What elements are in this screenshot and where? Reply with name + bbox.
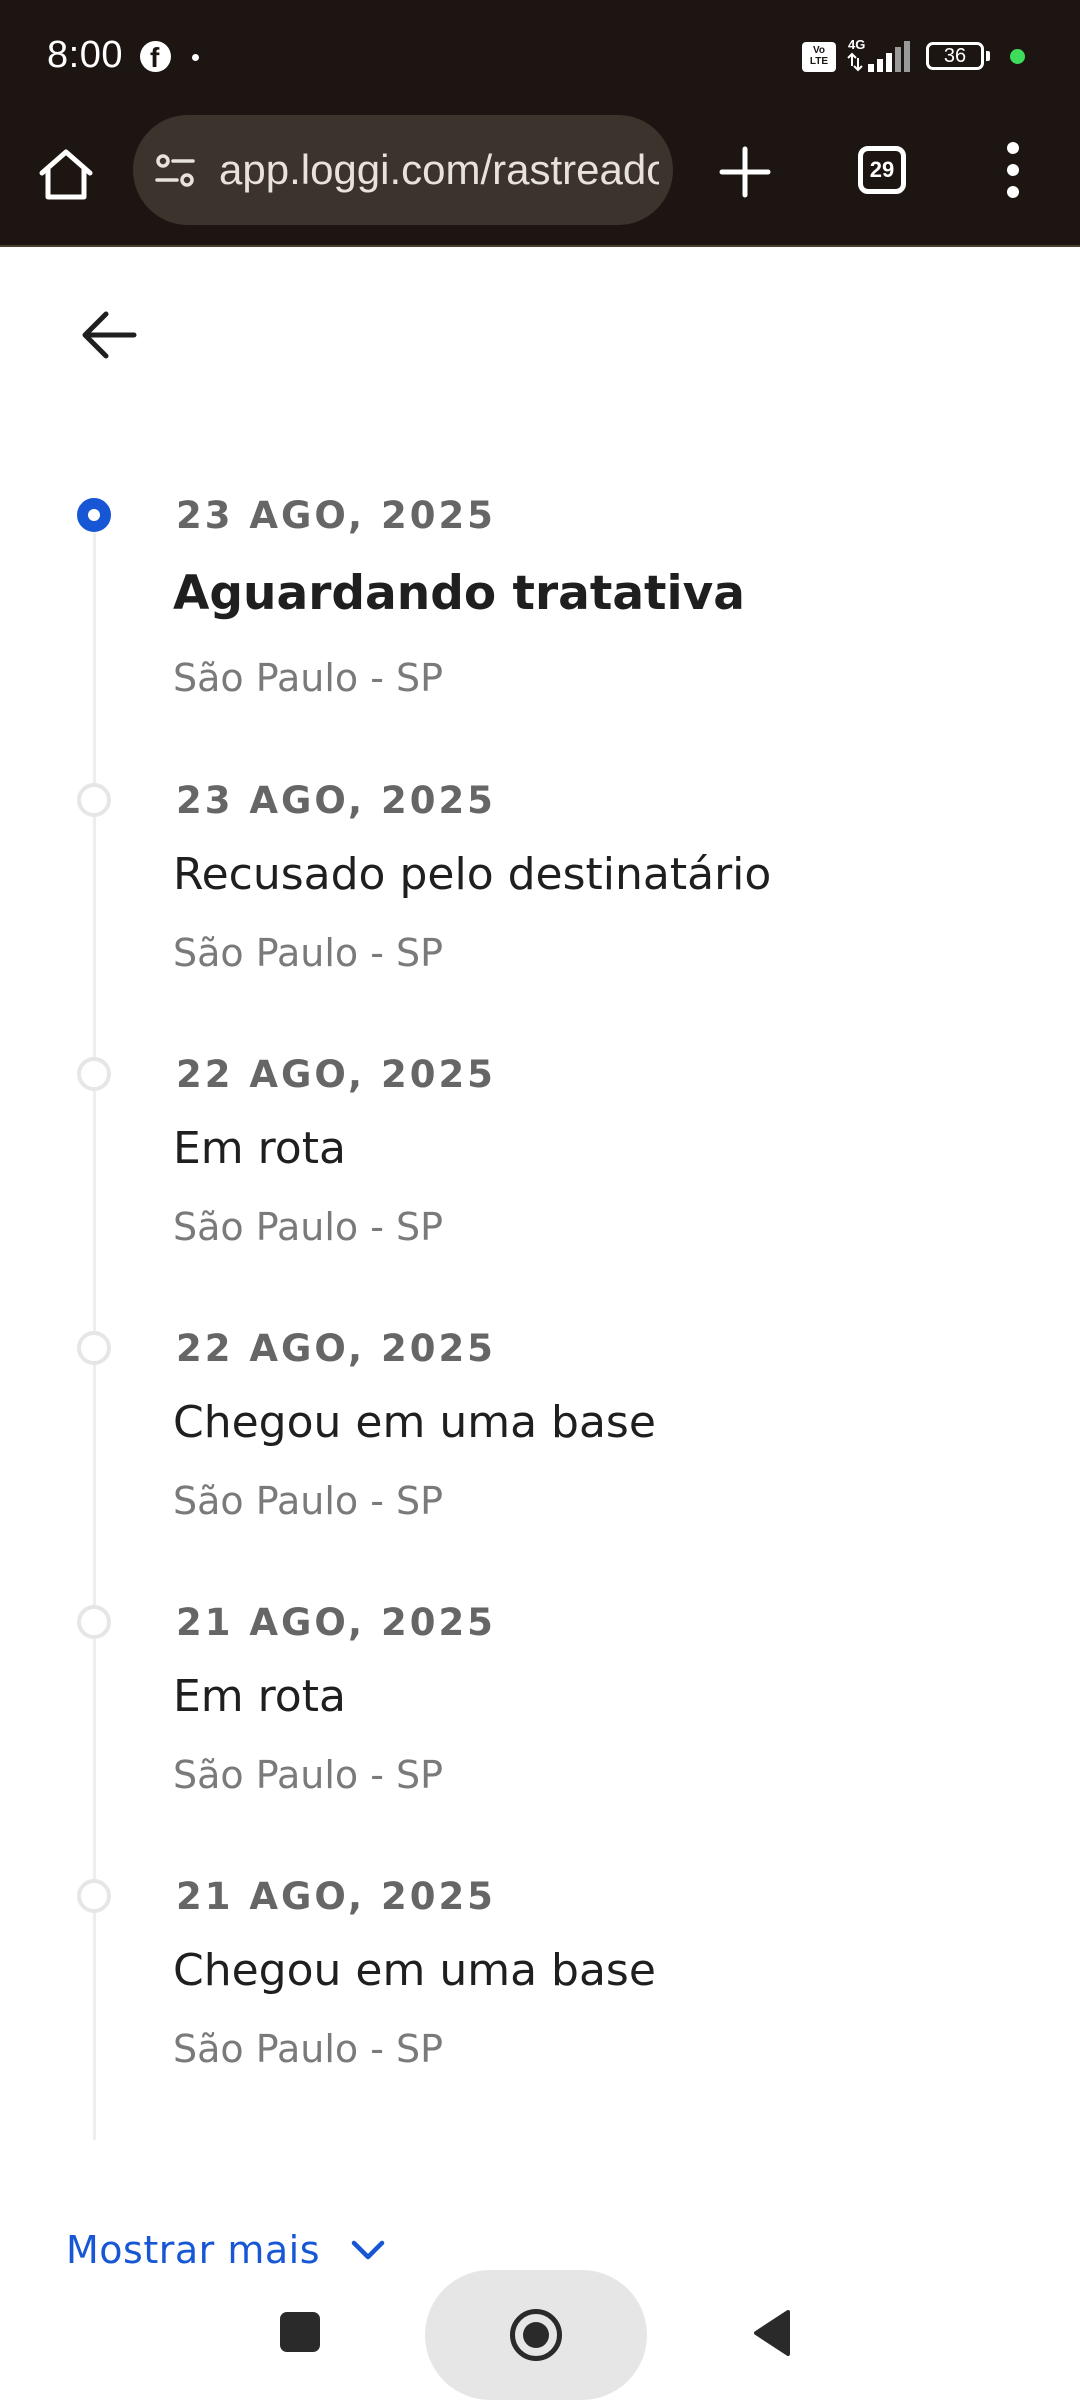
signal-icon: 4G bbox=[847, 37, 910, 72]
event-title: Aguardando tratativa bbox=[173, 566, 745, 621]
timeline-dot-icon bbox=[77, 1605, 111, 1639]
address-bar[interactable]: app.loggi.com/rastreador bbox=[133, 115, 673, 225]
event-location: São Paulo - SP bbox=[173, 656, 444, 700]
show-more-label: Mostrar mais bbox=[66, 2228, 321, 2272]
url-text: app.loggi.com/rastreador bbox=[219, 146, 659, 193]
event-title: Chegou em uma base bbox=[173, 1397, 656, 1448]
home-nav-button[interactable] bbox=[425, 2270, 647, 2400]
privacy-indicator-icon bbox=[1010, 49, 1025, 64]
event-date: 21 AGO, 2025 bbox=[176, 1875, 496, 1918]
battery-icon: 36 bbox=[926, 42, 996, 72]
timeline-dot-icon bbox=[77, 1057, 111, 1091]
timeline-event: 23 AGO, 2025 Recusado pelo destinatário … bbox=[0, 775, 1080, 1025]
event-title: Recusado pelo destinatário bbox=[173, 849, 772, 900]
new-tab-plus-icon[interactable] bbox=[710, 137, 780, 207]
event-date: 22 AGO, 2025 bbox=[176, 1327, 496, 1370]
event-date: 23 AGO, 2025 bbox=[176, 494, 496, 537]
notification-dot-icon bbox=[192, 54, 199, 61]
system-navigation-bar bbox=[0, 2268, 1080, 2400]
event-date: 22 AGO, 2025 bbox=[176, 1053, 496, 1096]
volte-icon: Vo LTE bbox=[802, 42, 836, 72]
timeline-active-dot-icon bbox=[77, 498, 111, 532]
event-date: 21 AGO, 2025 bbox=[176, 1601, 496, 1644]
event-title: Em rota bbox=[173, 1671, 346, 1722]
timeline-event: 22 AGO, 2025 Em rota São Paulo - SP bbox=[0, 1049, 1080, 1299]
timeline-event: 23 AGO, 2025 Aguardando tratativa São Pa… bbox=[0, 490, 1080, 740]
timeline-event: 21 AGO, 2025 Em rota São Paulo - SP bbox=[0, 1597, 1080, 1847]
status-bar: 8:00 f Vo LTE 4G 36 bbox=[0, 0, 1080, 113]
tab-count: 29 bbox=[858, 146, 906, 194]
event-title: Em rota bbox=[173, 1123, 346, 1174]
status-time: 8:00 bbox=[47, 34, 123, 76]
facebook-icon: f bbox=[140, 41, 171, 73]
event-location: São Paulo - SP bbox=[173, 2027, 444, 2071]
site-settings-icon[interactable] bbox=[153, 149, 197, 193]
timeline-dot-icon bbox=[77, 783, 111, 817]
back-triangle-icon[interactable] bbox=[750, 2308, 792, 2358]
browser-toolbar: app.loggi.com/rastreador 29 bbox=[0, 113, 1080, 247]
home-icon[interactable] bbox=[30, 139, 102, 211]
event-date: 23 AGO, 2025 bbox=[176, 779, 496, 822]
event-title: Chegou em uma base bbox=[173, 1945, 656, 1996]
timeline-dot-icon bbox=[77, 1331, 111, 1365]
timeline-dot-icon bbox=[77, 1879, 111, 1913]
back-arrow-icon[interactable] bbox=[70, 300, 150, 370]
more-vert-icon[interactable] bbox=[990, 135, 1036, 205]
event-location: São Paulo - SP bbox=[173, 1205, 444, 1249]
network-type-label: 4G bbox=[848, 37, 865, 52]
timeline-event: 21 AGO, 2025 Chegou em uma base São Paul… bbox=[0, 1871, 1080, 2121]
recents-square-icon[interactable] bbox=[280, 2312, 320, 2352]
tab-switcher-button[interactable]: 29 bbox=[852, 140, 912, 200]
event-location: São Paulo - SP bbox=[173, 1479, 444, 1523]
battery-level: 36 bbox=[926, 42, 984, 70]
event-location: São Paulo - SP bbox=[173, 1753, 444, 1797]
chevron-down-icon bbox=[351, 2240, 385, 2260]
timeline-event: 22 AGO, 2025 Chegou em uma base São Paul… bbox=[0, 1323, 1080, 1573]
home-circle-icon bbox=[510, 2309, 562, 2361]
event-location: São Paulo - SP bbox=[173, 931, 444, 975]
